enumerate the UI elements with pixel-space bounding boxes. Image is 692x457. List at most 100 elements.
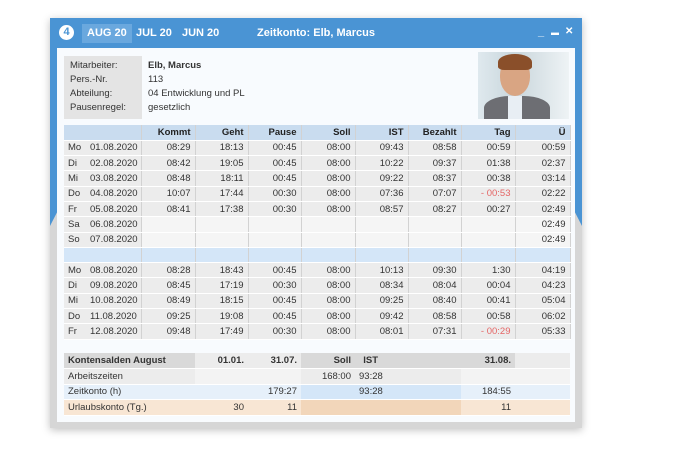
cell: 02.08.2020 bbox=[86, 155, 142, 172]
cell: 18:13 bbox=[195, 140, 249, 157]
cell: Urlaubskonto (Tg.) bbox=[64, 399, 195, 416]
cell bbox=[461, 368, 515, 385]
table-row: Do 11.08.2020 09:25 19:08 00:45 08:00 09:42 08:… bbox=[64, 308, 571, 325]
cell: Fr bbox=[64, 323, 86, 340]
cell: 07:36 bbox=[355, 186, 409, 202]
cell: 03.08.2020 bbox=[86, 170, 142, 187]
cell: 10.08.2020 bbox=[86, 293, 142, 310]
cell: 00:04 bbox=[461, 277, 516, 294]
close-icon[interactable]: ✕ bbox=[565, 26, 573, 37]
cell: Tag bbox=[461, 125, 516, 141]
cell bbox=[355, 216, 409, 233]
cell: Kommt bbox=[141, 125, 196, 141]
cell: 30 bbox=[195, 399, 248, 416]
table-row: Mi 03.08.2020 08:48 18:11 00:45 08:00 09:22 08:… bbox=[64, 170, 571, 187]
cell: Bezahlt bbox=[408, 125, 462, 141]
cell: 08:00 bbox=[301, 170, 356, 187]
cell bbox=[301, 216, 356, 233]
cell: Geht bbox=[195, 125, 249, 141]
cell: 07:31 bbox=[408, 323, 462, 340]
cell bbox=[408, 399, 461, 416]
cell bbox=[355, 399, 408, 416]
cell: 168:00 bbox=[301, 368, 355, 385]
account-balance-table: Kontensalden August 01.01. 31.07. Soll IST 31… bbox=[64, 353, 570, 416]
table-row: Fr 12.08.2020 09:48 17:49 00:30 08:00 08:01 07:… bbox=[64, 323, 571, 340]
label-pers-nr: Pers.-Nr. bbox=[70, 74, 108, 85]
cell: Soll bbox=[301, 353, 355, 369]
maximize-icon[interactable]: ▬ bbox=[551, 28, 559, 37]
cell bbox=[248, 216, 302, 233]
cell: - 00:29 bbox=[461, 323, 516, 340]
summary-header: Kontensalden August 01.01. 31.07. Soll IST 31… bbox=[64, 353, 570, 369]
title-bar: 4 AUG 20 JUL 20 JUN 20 Zeitkonto: Elb, M… bbox=[50, 18, 582, 48]
cell: 00:45 bbox=[248, 155, 302, 172]
cell: 08:49 bbox=[141, 293, 196, 310]
cell: IST bbox=[355, 125, 409, 141]
cell: 08:00 bbox=[301, 277, 356, 294]
table-row: Do 04.08.2020 10:07 17:44 00:30 08:00 07:36 07:… bbox=[64, 186, 571, 202]
cell: 31.08. bbox=[461, 353, 515, 369]
cell: 08.08.2020 bbox=[86, 262, 142, 279]
cell: 17:38 bbox=[195, 201, 249, 218]
cell: 10:22 bbox=[355, 155, 409, 172]
cell: 06:02 bbox=[515, 308, 571, 325]
cell: 04.08.2020 bbox=[86, 186, 142, 202]
cell bbox=[515, 368, 570, 385]
cell: - 00:53 bbox=[461, 186, 516, 202]
cell: 08:00 bbox=[301, 293, 356, 310]
cell: 05:04 bbox=[515, 293, 571, 310]
cell: 00:30 bbox=[248, 323, 302, 340]
table-row: Fr 05.08.2020 08:41 17:38 00:30 08:00 08:57 08:… bbox=[64, 201, 571, 218]
cell: 00:30 bbox=[248, 201, 302, 218]
cell: 00:59 bbox=[461, 140, 516, 157]
cell: 18:15 bbox=[195, 293, 249, 310]
cell: 04:19 bbox=[515, 262, 571, 279]
label-mitarbeiter: Mitarbeiter: bbox=[70, 60, 118, 71]
cell: 00:45 bbox=[248, 293, 302, 310]
cell bbox=[86, 125, 142, 141]
cell: 08:28 bbox=[141, 262, 196, 279]
cell: 19:08 bbox=[195, 308, 249, 325]
cell: 08:00 bbox=[301, 323, 356, 340]
cell bbox=[248, 232, 302, 248]
cell: 00:30 bbox=[248, 277, 302, 294]
cell: 01.01. bbox=[195, 353, 248, 369]
cell: Di bbox=[64, 155, 86, 172]
cell: Fr bbox=[64, 201, 86, 218]
cell bbox=[195, 232, 249, 248]
cell: 1:30 bbox=[461, 262, 516, 279]
employee-photo bbox=[478, 52, 569, 119]
cell bbox=[515, 247, 571, 264]
label-pausenregel: Pausenregel: bbox=[70, 102, 126, 113]
cell: 08:01 bbox=[355, 323, 409, 340]
minimize-icon[interactable]: _ bbox=[538, 26, 544, 38]
tab-jun-20[interactable]: JUN 20 bbox=[177, 24, 224, 43]
cell bbox=[515, 353, 570, 369]
cell bbox=[408, 368, 461, 385]
cell: 09:48 bbox=[141, 323, 196, 340]
summary-row-urlaubskonto: Urlaubskonto (Tg.) 30 11 11 bbox=[64, 399, 570, 416]
cell: 08:40 bbox=[408, 293, 462, 310]
cell: Kontensalden August bbox=[64, 353, 195, 369]
cell: 11 bbox=[461, 399, 515, 416]
app-logo-icon: 4 bbox=[59, 25, 74, 40]
cell: 06.08.2020 bbox=[86, 216, 142, 233]
cell: 31.07. bbox=[248, 353, 301, 369]
cell: 05.08.2020 bbox=[86, 201, 142, 218]
cell: Mo bbox=[64, 262, 86, 279]
tab-jul-20[interactable]: JUL 20 bbox=[131, 24, 177, 43]
cell: Soll bbox=[301, 125, 356, 141]
cell: Do bbox=[64, 186, 86, 202]
cell: 08:37 bbox=[408, 170, 462, 187]
cell: 10:07 bbox=[141, 186, 196, 202]
table-row: So 07.08.2020 02:49 bbox=[64, 232, 571, 248]
tab-aug-20[interactable]: AUG 20 bbox=[82, 24, 132, 43]
cell: 18:43 bbox=[195, 262, 249, 279]
employee-department: 04 Entwicklung und PL bbox=[148, 88, 245, 99]
cell: 19:05 bbox=[195, 155, 249, 172]
cell bbox=[195, 384, 248, 400]
cell: 12.08.2020 bbox=[86, 323, 142, 340]
table-header: Kommt Geht Pause Soll IST Bezahlt Tag Ü bbox=[64, 125, 571, 141]
cell bbox=[64, 125, 86, 141]
cell: 00:45 bbox=[248, 308, 302, 325]
